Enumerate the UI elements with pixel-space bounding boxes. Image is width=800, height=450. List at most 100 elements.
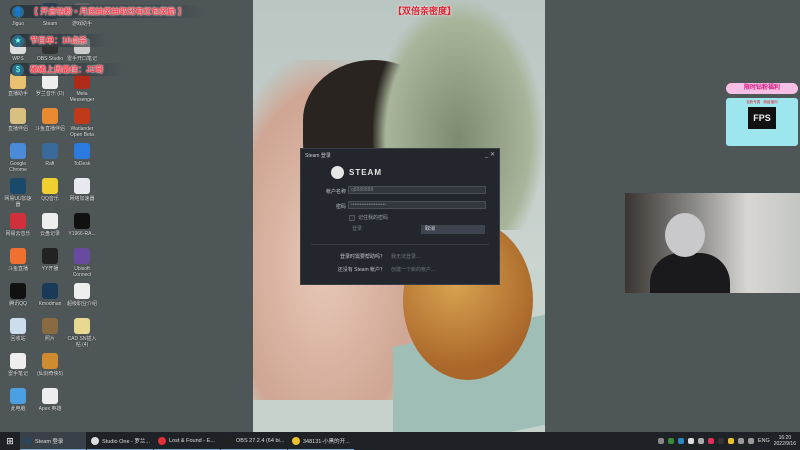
tray-icon[interactable] — [657, 438, 664, 444]
desktop-icon-label: Kmodman — [38, 301, 62, 307]
language-indicator[interactable]: ENG — [758, 438, 770, 444]
desktop-icon[interactable]: CAD SN插入帖 (4) — [66, 318, 98, 348]
app-icon — [10, 318, 26, 334]
desktop-icon[interactable]: 回收站 — [2, 318, 34, 342]
desktop-icon-label: 斗鱼直播伴侣 — [34, 126, 65, 132]
volume-icon[interactable] — [737, 438, 744, 444]
desktop-icon-label: (仙剑奇侠5) — [36, 371, 64, 377]
nvidia-icon[interactable] — [667, 438, 674, 444]
star-icon: ★ — [12, 34, 24, 47]
taskbar-item[interactable]: Studio One - 罗兰... — [87, 432, 153, 450]
no-account-question: 还没有 Steam 帐户？ — [337, 267, 385, 273]
app-icon — [42, 248, 58, 264]
desktop-icon-label: 回收站 — [10, 336, 26, 342]
desktop-icon[interactable]: ToDesk — [66, 143, 98, 167]
app-icon — [225, 436, 233, 445]
create-account-link[interactable]: 创建一个新的帐户… — [391, 266, 436, 273]
desktop-icon[interactable]: Y1966-RA... — [66, 213, 98, 237]
desktop-icon-label: 罗兰音乐 (D) — [35, 91, 65, 97]
clock[interactable]: 16:20 2022/9/16 — [774, 435, 796, 447]
tray-app-icon[interactable] — [677, 438, 684, 444]
desktop-icon[interactable]: 雷手笔记 — [2, 353, 34, 377]
app-icon — [10, 213, 26, 229]
desktop-icon-label: OBS Studio — [36, 56, 64, 62]
remember-label: 记住我的密码 — [358, 215, 389, 221]
desktop-icon-label: 超级职业介绍 — [66, 301, 97, 307]
password-label: 密码 — [335, 204, 346, 210]
desktop-icon[interactable]: 此电脑 — [2, 388, 34, 412]
desktop-icon[interactable]: 直播伴侣 — [2, 108, 34, 132]
desktop-icon[interactable]: 斗鱼直播伴侣 — [34, 108, 66, 132]
app-icon — [42, 283, 58, 299]
desktop-icon[interactable]: Kmodman — [34, 283, 66, 307]
taskbar-item[interactable]: 348131-小黑的开... — [288, 432, 354, 450]
desktop-icon[interactable]: 罗兰音乐 (D) — [34, 73, 66, 97]
desktop-icon-label: 斗鱼直播 — [7, 266, 28, 272]
desktop-icon-label: Jiguo — [12, 21, 24, 27]
app-icon — [158, 436, 166, 445]
desktop-icon[interactable]: Google Chrome — [2, 143, 34, 173]
desktop-icon-label: 雷手笔记 — [7, 371, 28, 377]
tray-app-icon[interactable] — [697, 438, 704, 444]
taskbar-item-label: 348131-小黑的开... — [303, 438, 350, 445]
desktop-icon[interactable]: Raft — [34, 143, 66, 167]
desktop-icon[interactable]: 云盘记录 — [34, 213, 66, 237]
desktop-icon[interactable]: 网易云音乐 — [2, 213, 34, 237]
app-icon — [42, 318, 58, 334]
taskbar-item-label: Studio One - 罗兰... — [102, 438, 150, 445]
desktop-icon-label: ToDesk — [73, 161, 91, 167]
app-icon — [10, 283, 26, 299]
login-button[interactable]: 登录 — [348, 225, 412, 234]
cancel-button[interactable]: 取消 — [421, 225, 485, 234]
desktop-icon-label: WPS — [12, 56, 24, 62]
netease-music-icon[interactable] — [707, 438, 714, 444]
desktop-icon-label: 云盘记录 — [39, 231, 60, 237]
overlay-caption: 【双倍亲密度】 — [393, 6, 457, 16]
divider — [311, 244, 489, 245]
promo-widget: 限时钻粉福利 钻粉专属 · 超级福利 FPS — [726, 83, 798, 147]
taskbar-item[interactable]: Lost & Found - E... — [154, 432, 220, 450]
desktop-icon[interactable]: 网易UU加速器 — [2, 178, 34, 208]
remember-checkbox-row[interactable]: 记住我的密码 — [349, 214, 388, 221]
app-icon — [42, 388, 58, 404]
network-icon[interactable] — [747, 438, 754, 444]
desktop-icon[interactable]: YY开播 — [34, 248, 66, 272]
windows-start-button[interactable]: ⊞ — [0, 432, 20, 450]
help-link[interactable]: 我无法登录… — [391, 253, 421, 260]
desktop-icon[interactable]: 腾讯QQ — [2, 283, 34, 307]
desktop-icon[interactable]: 直播助手 — [2, 73, 34, 97]
desktop-icon[interactable]: 斗鱼直播 — [2, 248, 34, 272]
banner-text: 碰碰上周最佳：JZ哥 — [30, 65, 104, 74]
desktop-icon[interactable]: Ubisoft Connect — [66, 248, 98, 278]
desktop-icon[interactable]: 超级职业介绍 — [66, 283, 98, 307]
app-icon — [42, 353, 58, 369]
app-icon — [42, 143, 58, 159]
desktop: Jiguo Steam 游戏助手 WPS OBS Studio 雷手开口笔记 直播助手 罗兰音… — [0, 0, 800, 432]
desktop-icon[interactable]: Warlander Open Beta — [66, 108, 98, 138]
desktop-icon[interactable]: (仙剑奇侠5) — [34, 353, 66, 377]
desktop-icon[interactable]: Apex 英雄 — [34, 388, 66, 412]
app-icon — [74, 283, 90, 299]
desktop-icon[interactable]: 网络加速器 — [66, 178, 98, 202]
desktop-icon[interactable]: QQ音乐 — [34, 178, 66, 202]
steam-logo: STEAM — [331, 166, 382, 179]
password-input[interactable]: •••••••••••••••••••• — [348, 201, 486, 209]
desktop-icon-label: QQ音乐 — [41, 196, 59, 202]
steam-logo-icon — [331, 166, 344, 179]
desktop-icon-label: Raft — [45, 161, 55, 167]
steam-login-window: Steam 登录 _ ✕ STEAM 帐户名称 q8888888 密码 ••••… — [300, 148, 500, 285]
account-input[interactable]: q8888888 — [348, 186, 486, 194]
tray-app-icon[interactable] — [687, 438, 694, 444]
app-icon — [42, 213, 58, 229]
remember-checkbox[interactable] — [349, 214, 355, 221]
obs-icon[interactable] — [717, 438, 724, 444]
taskbar-item[interactable]: OBS 27.2.4 (64 bi... — [221, 432, 287, 450]
window-controls[interactable]: _ ✕ — [485, 151, 495, 158]
app-icon — [42, 178, 58, 194]
overlay-banner: ★ 节目单：10点杀 — [10, 34, 107, 47]
taskbar-item[interactable]: Steam 登录 — [20, 432, 86, 450]
desktop-icon[interactable]: 照片 — [34, 318, 66, 342]
desktop-icon-label: YY开播 — [41, 266, 59, 272]
desktop-icon[interactable]: Meta Messenger — [66, 73, 98, 103]
tray-app-icon[interactable] — [727, 438, 734, 444]
